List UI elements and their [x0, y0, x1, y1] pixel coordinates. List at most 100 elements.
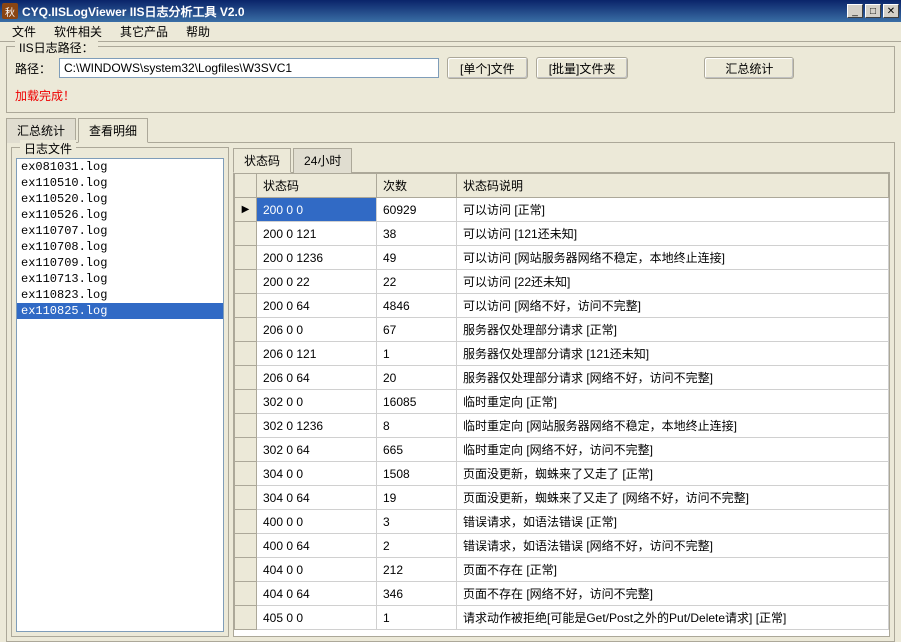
cell-code: 200 0 1236: [257, 246, 377, 270]
cell-count: 1: [377, 342, 457, 366]
cell-code: 206 0 64: [257, 366, 377, 390]
row-indicator: [235, 414, 257, 438]
row-indicator: ▶: [235, 198, 257, 222]
file-item[interactable]: ex110510.log: [17, 175, 223, 191]
file-item[interactable]: ex110707.log: [17, 223, 223, 239]
table-row[interactable]: 302 0 12368临时重定向 [网站服务器网络不稳定，本地终止连接]: [235, 414, 889, 438]
row-indicator: [235, 486, 257, 510]
file-item[interactable]: ex081031.log: [17, 159, 223, 175]
table-row[interactable]: 404 0 0212页面不存在 [正常]: [235, 558, 889, 582]
row-indicator: [235, 462, 257, 486]
cell-count: 1508: [377, 462, 457, 486]
cell-desc: 可以访问 [22还未知]: [457, 270, 889, 294]
file-item[interactable]: ex110526.log: [17, 207, 223, 223]
row-indicator: [235, 534, 257, 558]
cell-code: 302 0 64: [257, 438, 377, 462]
menu-products[interactable]: 其它产品: [112, 21, 176, 42]
cell-count: 22: [377, 270, 457, 294]
close-button[interactable]: ✕: [883, 4, 899, 18]
cell-desc: 临时重定向 [网站服务器网络不稳定，本地终止连接]: [457, 414, 889, 438]
row-indicator: [235, 582, 257, 606]
table-row[interactable]: 400 0 642错误请求，如语法错误 [网络不好，访问不完整]: [235, 534, 889, 558]
row-indicator: [235, 558, 257, 582]
main-tabs: 汇总统计 查看明细: [6, 117, 895, 142]
cell-desc: 错误请求，如语法错误 [网络不好，访问不完整]: [457, 534, 889, 558]
tab-panel-detail: 日志文件 ex081031.logex110510.logex110520.lo…: [6, 142, 895, 642]
table-row[interactable]: ▶200 0 060929可以访问 [正常]: [235, 198, 889, 222]
cell-desc: 错误请求，如语法错误 [正常]: [457, 510, 889, 534]
cell-code: 304 0 0: [257, 462, 377, 486]
cell-desc: 临时重定向 [正常]: [457, 390, 889, 414]
path-legend: IIS日志路径：: [15, 39, 98, 56]
file-item[interactable]: ex110708.log: [17, 239, 223, 255]
detail-area: 状态码 24小时 状态码 次数 状态码说明 ▶200 0 060929可以访问 …: [233, 147, 890, 637]
maximize-button[interactable]: □: [865, 4, 881, 18]
file-item[interactable]: ex110709.log: [17, 255, 223, 271]
table-row[interactable]: 206 0 067服务器仅处理部分请求 [正常]: [235, 318, 889, 342]
table-row[interactable]: 200 0 123649可以访问 [网站服务器网络不稳定，本地终止连接]: [235, 246, 889, 270]
cell-count: 665: [377, 438, 457, 462]
single-file-button[interactable]: [单个]文件: [447, 57, 528, 79]
table-row[interactable]: 304 0 01508页面没更新，蜘蛛来了又走了 [正常]: [235, 462, 889, 486]
cell-count: 8: [377, 414, 457, 438]
cell-count: 67: [377, 318, 457, 342]
row-indicator: [235, 366, 257, 390]
table-row[interactable]: 200 0 2222可以访问 [22还未知]: [235, 270, 889, 294]
file-item[interactable]: ex110825.log: [17, 303, 223, 319]
cell-count: 2: [377, 534, 457, 558]
table-row[interactable]: 302 0 64665临时重定向 [网络不好，访问不完整]: [235, 438, 889, 462]
cell-desc: 可以访问 [网络不好，访问不完整]: [457, 294, 889, 318]
row-indicator: [235, 318, 257, 342]
table-row[interactable]: 404 0 64346页面不存在 [网络不好，访问不完整]: [235, 582, 889, 606]
row-indicator: [235, 342, 257, 366]
table-row[interactable]: 400 0 03错误请求，如语法错误 [正常]: [235, 510, 889, 534]
table-row[interactable]: 206 0 1211服务器仅处理部分请求 [121还未知]: [235, 342, 889, 366]
table-row[interactable]: 302 0 016085临时重定向 [正常]: [235, 390, 889, 414]
col-header-desc[interactable]: 状态码说明: [457, 174, 889, 198]
table-row[interactable]: 200 0 12138可以访问 [121还未知]: [235, 222, 889, 246]
titlebar: 秋 CYQ.IISLogViewer IIS日志分析工具 V2.0 _ □ ✕: [0, 0, 901, 22]
file-item[interactable]: ex110823.log: [17, 287, 223, 303]
table-row[interactable]: 206 0 6420服务器仅处理部分请求 [网络不好，访问不完整]: [235, 366, 889, 390]
path-label: 路径：: [15, 60, 51, 77]
cell-desc: 可以访问 [网站服务器网络不稳定，本地终止连接]: [457, 246, 889, 270]
minimize-button[interactable]: _: [847, 4, 863, 18]
file-item[interactable]: ex110520.log: [17, 191, 223, 207]
cell-count: 16085: [377, 390, 457, 414]
file-item[interactable]: ex110713.log: [17, 271, 223, 287]
row-indicator: [235, 390, 257, 414]
row-indicator: [235, 510, 257, 534]
detail-tabs: 状态码 24小时: [233, 147, 890, 172]
cell-count: 19: [377, 486, 457, 510]
cell-code: 302 0 1236: [257, 414, 377, 438]
cell-count: 49: [377, 246, 457, 270]
path-input[interactable]: [59, 58, 439, 78]
status-grid: 状态码 次数 状态码说明 ▶200 0 060929可以访问 [正常]200 0…: [234, 173, 889, 630]
cell-code: 404 0 64: [257, 582, 377, 606]
table-row[interactable]: 304 0 6419页面没更新，蜘蛛来了又走了 [网络不好，访问不完整]: [235, 486, 889, 510]
col-header-code[interactable]: 状态码: [257, 174, 377, 198]
cell-count: 60929: [377, 198, 457, 222]
summary-button[interactable]: 汇总统计: [704, 57, 794, 79]
window-title: CYQ.IISLogViewer IIS日志分析工具 V2.0: [22, 3, 847, 20]
cell-desc: 服务器仅处理部分请求 [网络不好，访问不完整]: [457, 366, 889, 390]
tab-24hour[interactable]: 24小时: [293, 148, 352, 173]
batch-folder-button[interactable]: [批量]文件夹: [536, 57, 629, 79]
cell-count: 20: [377, 366, 457, 390]
row-indicator: [235, 270, 257, 294]
cell-code: 400 0 64: [257, 534, 377, 558]
tab-detail[interactable]: 查看明细: [78, 118, 148, 143]
window-controls: _ □ ✕: [847, 4, 899, 18]
col-header-count[interactable]: 次数: [377, 174, 457, 198]
menu-help[interactable]: 帮助: [178, 21, 218, 42]
cell-count: 1: [377, 606, 457, 630]
row-indicator: [235, 246, 257, 270]
files-groupbox: 日志文件 ex081031.logex110510.logex110520.lo…: [11, 147, 229, 637]
file-list[interactable]: ex081031.logex110510.logex110520.logex11…: [16, 158, 224, 632]
cell-code: 404 0 0: [257, 558, 377, 582]
table-row[interactable]: 405 0 01请求动作被拒绝[可能是Get/Post之外的Put/Delete…: [235, 606, 889, 630]
cell-code: 206 0 121: [257, 342, 377, 366]
grid-scroll[interactable]: 状态码 次数 状态码说明 ▶200 0 060929可以访问 [正常]200 0…: [233, 172, 890, 637]
table-row[interactable]: 200 0 644846可以访问 [网络不好，访问不完整]: [235, 294, 889, 318]
tab-status-code[interactable]: 状态码: [233, 148, 291, 173]
